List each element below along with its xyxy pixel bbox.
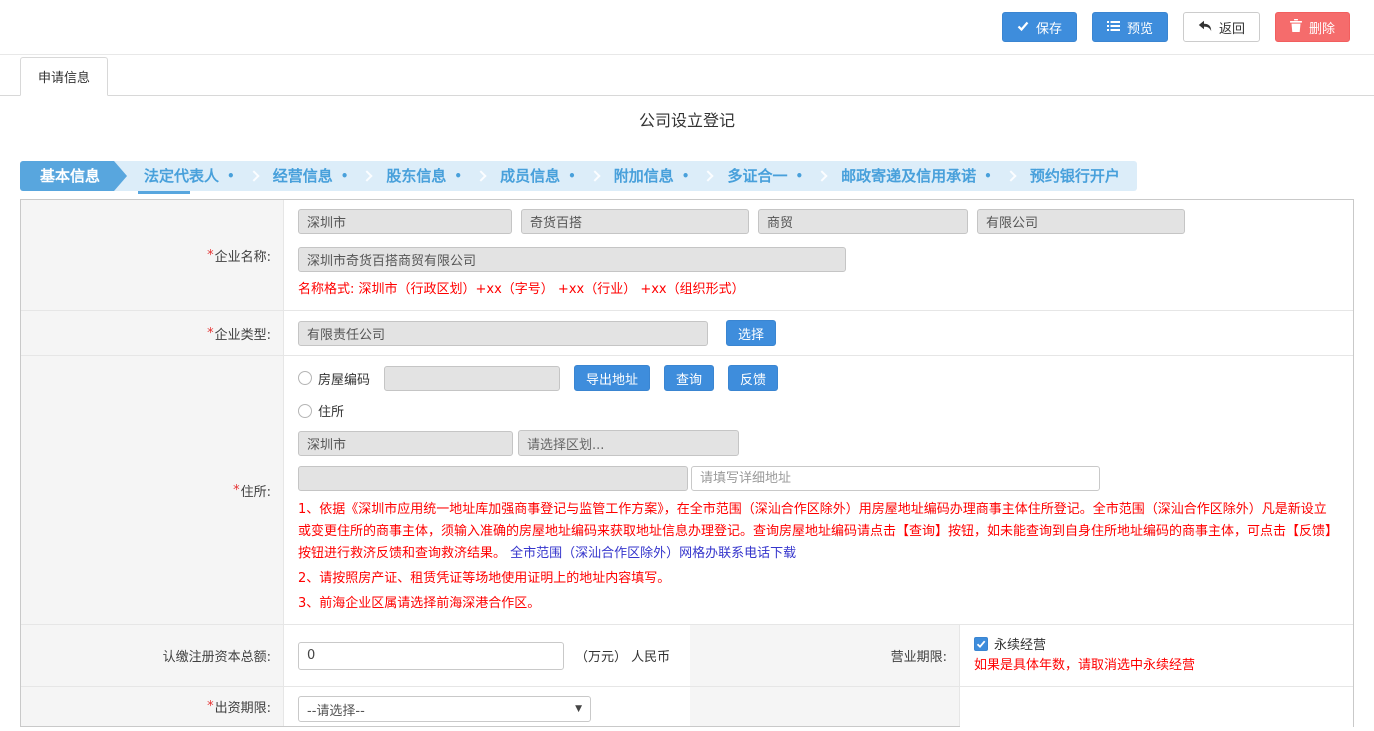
company-type-input [298, 321, 708, 346]
registered-capital-input[interactable] [298, 642, 564, 670]
step-dot: • [341, 161, 349, 191]
tab-strip: 申请信息 [0, 55, 1374, 96]
registration-form: * 企业名称: 名称格式: 深圳市（行政区划）+xx（字号） +xx（行业） +… [20, 199, 1354, 727]
step-dot: • [682, 161, 690, 191]
grid-office-phone-link[interactable]: 全市范围（深汕合作区除外）网格办联系电话下载 [510, 546, 796, 561]
step-member-info[interactable]: 成员信息• [483, 161, 593, 191]
step-dot: • [454, 161, 462, 191]
contribution-term-select[interactable]: --请选择-- ▼ [298, 696, 591, 722]
address-radio-label: 住所 [318, 401, 344, 420]
back-arrow-icon [1198, 20, 1212, 35]
step-multi-cert[interactable]: 多证合一• [710, 161, 820, 191]
step-nav-wrap: 基本信息 法定代表人• 经营信息• 股东信息• 成员信息• 附加信息• 多证合一… [20, 161, 1374, 191]
house-code-input [384, 366, 560, 391]
address-label: * 住所: [21, 356, 284, 624]
house-code-radio-label: 房屋编码 [318, 369, 370, 388]
trash-icon [1290, 19, 1302, 35]
company-name-content: 名称格式: 深圳市（行政区划）+xx（字号） +xx（行业） +xx（组织形式） [284, 200, 1353, 310]
active-step-underline [138, 191, 190, 194]
save-button-label: 保存 [1036, 18, 1062, 37]
full-company-name-input [298, 247, 846, 272]
step-basic-info[interactable]: 基本信息 [20, 161, 127, 191]
empty-label-cell [690, 687, 960, 726]
required-mark: * [207, 248, 214, 263]
top-toolbar: 保存 预览 返回 删除 [0, 0, 1374, 55]
empty-content-cell [960, 687, 1353, 731]
required-mark: * [207, 326, 214, 341]
business-term-hint: 如果是具体年数，请取消选中永续经营 [974, 655, 1339, 677]
address-radio[interactable] [298, 404, 312, 418]
name-industry-input [758, 209, 968, 234]
step-dot: • [984, 161, 992, 191]
page-title: 公司设立登记 [0, 96, 1374, 135]
delete-button[interactable]: 删除 [1275, 12, 1350, 42]
company-name-label: * 企业名称: [21, 200, 284, 310]
district-select-placeholder: 请选择区划... [527, 434, 604, 453]
address-note-1: 1、依据《深圳市应用统一地址库加强商事登记与监管工作方案》，在全市范围（深汕合作… [298, 499, 1339, 565]
company-type-content: 选择 [284, 311, 1353, 355]
address-note-2: 2、请按照房产证、租赁凭证等场地使用证明上的地址内容填写。 [298, 568, 1339, 590]
house-code-radio[interactable] [298, 371, 312, 385]
name-brand-input [521, 209, 749, 234]
step-dot: • [568, 161, 576, 191]
step-basic-info-label: 基本信息 [40, 161, 100, 191]
company-type-label: * 企业类型: [21, 311, 284, 355]
back-button-label: 返回 [1219, 18, 1245, 37]
row-company-name: * 企业名称: 名称格式: 深圳市（行政区划）+xx（字号） +xx（行业） +… [21, 200, 1353, 310]
name-org-form-input [977, 209, 1185, 234]
step-dot: • [227, 161, 235, 191]
address-detail-input[interactable] [691, 466, 1100, 491]
address-street-input [298, 466, 688, 491]
step-bank-appointment[interactable]: 预约银行开户 [1013, 161, 1137, 191]
required-mark: * [233, 483, 240, 498]
back-button[interactable]: 返回 [1183, 12, 1260, 42]
row-company-type: * 企业类型: 选择 [21, 310, 1353, 355]
address-city-input [298, 431, 513, 456]
export-address-button[interactable]: 导出地址 [574, 365, 650, 391]
address-content: 房屋编码 导出地址 查询 反馈 住所 请选择区划... [284, 356, 1353, 624]
feedback-button[interactable]: 反馈 [728, 365, 778, 391]
name-region-input [298, 209, 512, 234]
step-nav: 基本信息 法定代表人• 经营信息• 股东信息• 成员信息• 附加信息• 多证合一… [20, 161, 1137, 191]
company-type-select-button[interactable]: 选择 [726, 320, 776, 346]
step-business-info[interactable]: 经营信息• [256, 161, 366, 191]
tab-application-info-label: 申请信息 [38, 71, 90, 86]
step-dot: • [795, 161, 803, 191]
capital-unit-label: （万元） 人民币 [575, 646, 670, 665]
preview-button[interactable]: 预览 [1092, 12, 1168, 42]
step-shareholder-info[interactable]: 股东信息• [369, 161, 479, 191]
row-contribution-term: * 出资期限: --请选择-- ▼ [21, 686, 1353, 726]
tab-application-info[interactable]: 申请信息 [20, 57, 108, 96]
preview-button-label: 预览 [1127, 18, 1153, 37]
required-mark: * [207, 699, 214, 714]
step-legal-representative[interactable]: 法定代表人• [127, 161, 252, 191]
chevron-down-icon: ▼ [575, 704, 582, 714]
delete-button-label: 删除 [1309, 18, 1335, 37]
contribution-term-label: * 出资期限: [21, 687, 284, 726]
address-note-3: 3、前海企业区属请选择前海深港合作区。 [298, 593, 1339, 615]
check-icon [1017, 20, 1029, 35]
list-icon [1107, 20, 1120, 35]
district-select: 请选择区划... [518, 430, 739, 456]
name-format-hint: 名称格式: 深圳市（行政区划）+xx（字号） +xx（行业） +xx（组织形式） [298, 279, 1339, 301]
perpetual-operation-checkbox[interactable] [974, 637, 988, 651]
save-button[interactable]: 保存 [1002, 12, 1077, 42]
perpetual-operation-label: 永续经营 [994, 634, 1046, 653]
step-additional-info[interactable]: 附加信息• [597, 161, 707, 191]
step-postal-credit[interactable]: 邮政寄递及信用承诺• [824, 161, 1009, 191]
row-address: * 住所: 房屋编码 导出地址 查询 反馈 住所 请选择区划.. [21, 355, 1353, 624]
contribution-term-select-value: --请选择-- [307, 700, 365, 719]
query-button[interactable]: 查询 [664, 365, 714, 391]
contribution-term-content: --请选择-- ▼ [284, 687, 690, 726]
